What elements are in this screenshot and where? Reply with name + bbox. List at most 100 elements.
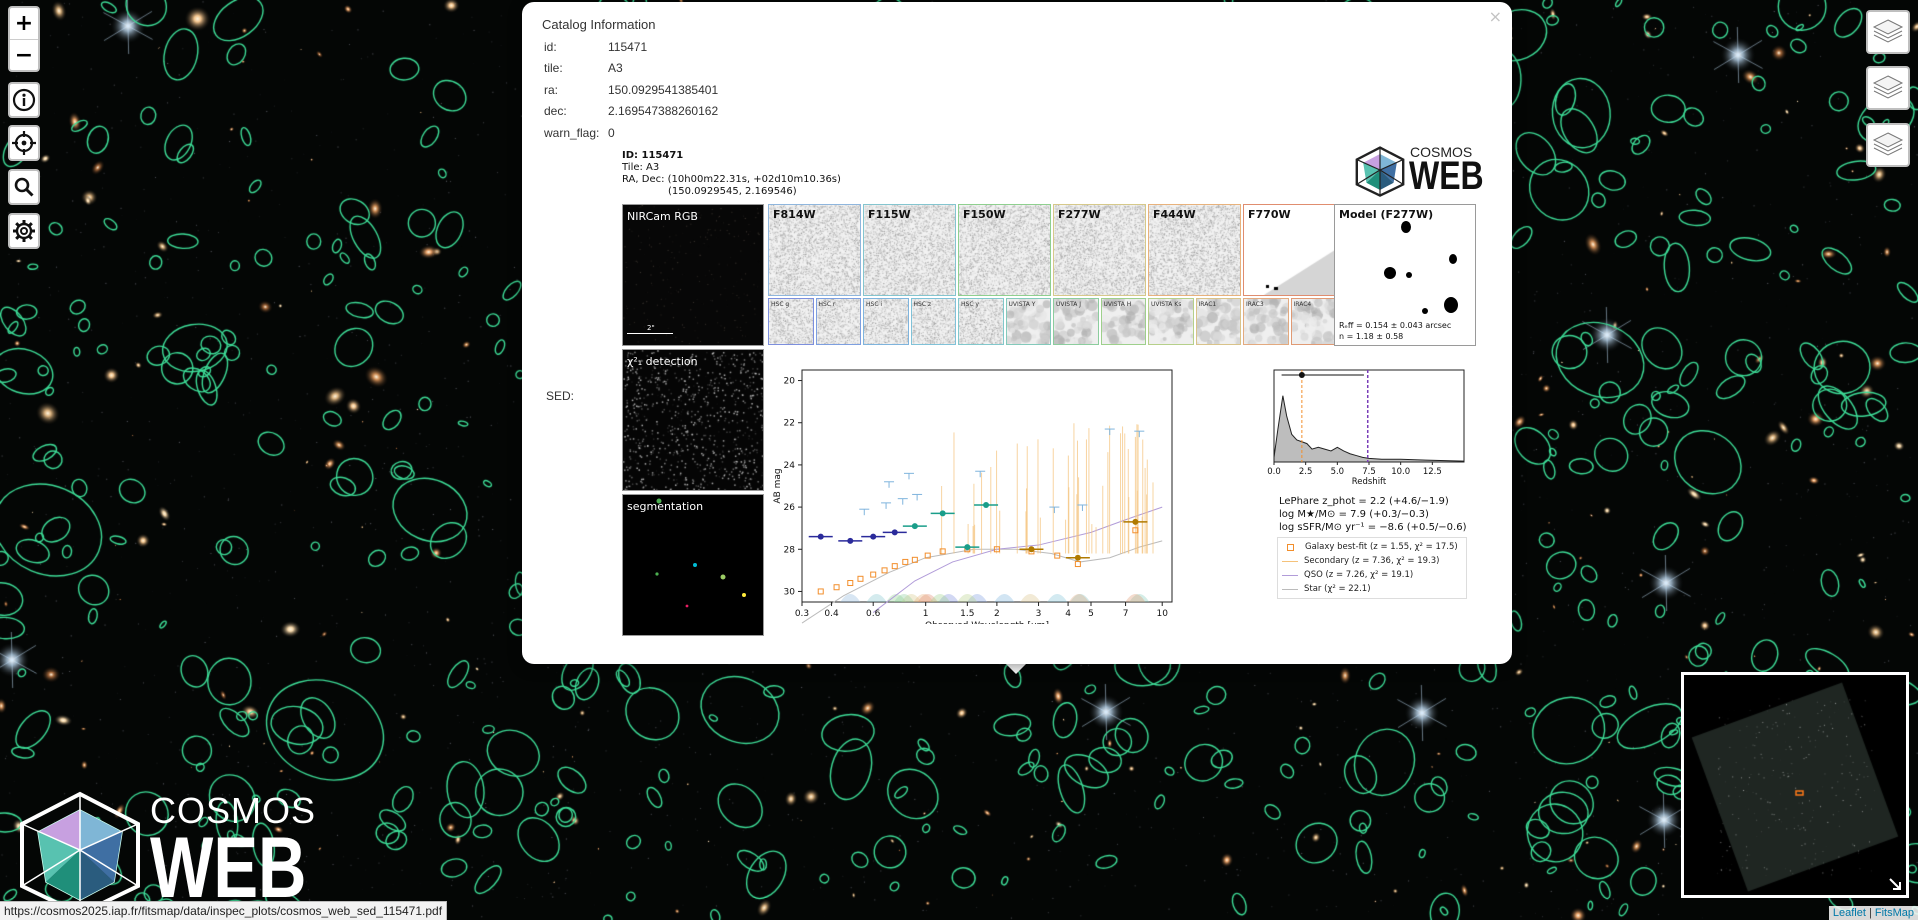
x-tick-label: 7	[1123, 609, 1129, 619]
field-value: 115471	[608, 39, 648, 54]
field-key: tile:	[544, 61, 563, 76]
x-tick-label: 0.6	[866, 609, 881, 619]
legend-label: Star (χ² = 22.1)	[1304, 584, 1371, 594]
search-icon	[10, 171, 38, 203]
observed-point	[983, 501, 990, 508]
leaflet-link[interactable]: Leaflet	[1833, 907, 1866, 919]
small-band-stamp: IRAC4	[1290, 298, 1336, 345]
pz-tick-label: 0.0	[1267, 467, 1281, 477]
pz-tick-label: 7.5	[1362, 467, 1376, 477]
zoom-in-button[interactable]: +	[10, 8, 38, 39]
zoom-control: + −	[8, 6, 40, 72]
observed-point	[1074, 554, 1081, 561]
locate-button[interactable]	[8, 125, 40, 161]
small-band-stamp: HSC y	[958, 298, 1004, 345]
legend-label: Secondary (z = 7.36, χ² = 19.3)	[1304, 556, 1440, 566]
info-icon	[10, 84, 38, 116]
catalog-popup: × Catalog Information id: 115471 tile: A3 …	[522, 2, 1512, 664]
sed-label: SED:	[546, 389, 575, 403]
observed-point	[1028, 546, 1035, 553]
small-band-stamp: UVISTA Ks	[1148, 298, 1194, 345]
info-button[interactable]	[8, 82, 40, 118]
search-button[interactable]	[8, 169, 40, 205]
layers-button-3[interactable]	[1866, 123, 1910, 167]
small-band-label: HSC g	[771, 301, 790, 308]
band-stamp-f770w: F770W	[1243, 204, 1336, 296]
small-band-stamp: HSC i	[863, 298, 909, 345]
model-sersic: n = 1.18 ± 0.58	[1339, 332, 1404, 341]
small-band-stamp: HSC z	[910, 298, 956, 345]
legend-swatch	[1282, 560, 1298, 562]
gear-icon	[10, 215, 38, 247]
observed-point	[939, 510, 946, 517]
y-tick-label: 20	[784, 377, 796, 387]
rgb-image	[623, 205, 763, 345]
small-band-label: UVISTA Y	[1008, 301, 1036, 308]
field-key: dec:	[544, 104, 567, 119]
inspect-radec: RA, Dec: (10h00m22.31s, +02d10m10.36s)	[622, 174, 841, 185]
small-band-stamp: IRAC3	[1243, 298, 1289, 345]
field-key: ra:	[544, 82, 559, 97]
x-tick-label: 10	[1156, 609, 1168, 619]
scale-bar	[627, 333, 673, 334]
minimap-image[interactable]	[1684, 675, 1906, 895]
x-axis-label: Observed Wavelength [μm]	[925, 621, 1049, 624]
legend-swatch	[1282, 588, 1298, 590]
model-reff: Rₑff = 0.154 ± 0.043 arcsec	[1339, 321, 1452, 330]
model-stamp: Model (F277W) Rₑff = 0.154 ± 0.043 arcse…	[1334, 204, 1476, 346]
sed-stats: LePhare z_phot = 2.2 (+4.6/−1.9) log M★/…	[1279, 495, 1467, 534]
legend-entry: Galaxy best-fit (z = 1.55, χ² = 17.5)	[1282, 540, 1462, 554]
x-tick-label: 0.3	[795, 609, 809, 619]
settings-button[interactable]	[8, 213, 40, 249]
band-label: F277W	[1058, 208, 1101, 221]
small-band-stamp: UVISTA Y	[1005, 298, 1051, 345]
layers-button-1[interactable]	[1866, 10, 1910, 54]
sed-legend: Galaxy best-fit (z = 1.55, χ² = 17.5) Sec…	[1277, 537, 1467, 599]
table-row: ra: 150.0929541385401	[542, 79, 720, 101]
attribution: Leaflet | FitsMap	[1828, 906, 1918, 920]
zoom-out-button[interactable]: −	[10, 39, 38, 71]
band-stamp-f115w: F115W	[863, 204, 956, 296]
pz-axis-label: Redshift	[1352, 477, 1387, 486]
y-tick-label: 24	[784, 461, 796, 471]
scale-label: 2"	[647, 324, 655, 332]
inspect-logo: COSMOS WEB	[1352, 144, 1488, 200]
inspection-plot: ID: 115471 Tile: A3 RA, Dec: (10h00m22.3…	[622, 144, 1488, 636]
segmentation-image	[655, 498, 746, 608]
zphot-marker	[1298, 372, 1305, 378]
small-band-label: HSC z	[913, 301, 932, 308]
minimap[interactable]	[1681, 672, 1909, 898]
x-tick-label: 1	[923, 609, 929, 619]
observed-point	[870, 533, 877, 540]
field-value: 0	[608, 125, 615, 140]
small-band-stamp: UVISTA J	[1053, 298, 1099, 345]
observed-point	[964, 544, 971, 551]
table-row: tile: A3	[542, 58, 720, 80]
small-band-label: UVISTA J	[1056, 301, 1082, 308]
x-tick-label: 1.5	[960, 609, 974, 619]
legend-entry: QSO (z = 7.26, χ² = 19.1)	[1282, 568, 1462, 582]
inspect-radec-deg: (150.0929545, 2.169546)	[668, 186, 797, 197]
small-band-stamp: UVISTA H	[1100, 298, 1146, 345]
inspect-id: ID: 115471	[622, 150, 684, 161]
observed-point	[817, 533, 824, 540]
layers-button-2[interactable]	[1866, 66, 1910, 110]
table-row: dec: 2.169547388260162	[542, 101, 720, 123]
y-tick-label: 22	[784, 419, 795, 429]
chi2-label: χ²₁ detection	[627, 355, 698, 368]
expand-icon[interactable]	[1888, 877, 1902, 891]
fitsmap-link[interactable]: FitsMap	[1875, 907, 1914, 919]
close-button[interactable]: ×	[1489, 7, 1502, 26]
small-band-label: IRAC3	[1246, 301, 1264, 308]
band-stamp-f150w: F150W	[958, 204, 1051, 296]
catalog-table: id: 115471 tile: A3 ra: 150.0929541385401 d…	[542, 36, 720, 144]
small-band-stamp: IRAC1	[1195, 298, 1241, 345]
band-label: F444W	[1153, 208, 1196, 221]
sed-chart: 0.3 0.4 0.6 1 1.5 2 3 4 5 7 10 20 22 24 26 28 30 Observed…	[773, 369, 1173, 624]
field-value: 2.169547388260162	[608, 104, 719, 119]
small-band-label: IRAC4	[1293, 301, 1312, 308]
status-url: https://cosmos2025.iap.fr/fitsmap/data/i…	[0, 901, 448, 920]
x-tick-label: 0.4	[824, 609, 839, 619]
attribution-separator: |	[1868, 907, 1872, 919]
chi2-detection-stamp: χ²₁ detection	[622, 349, 764, 491]
